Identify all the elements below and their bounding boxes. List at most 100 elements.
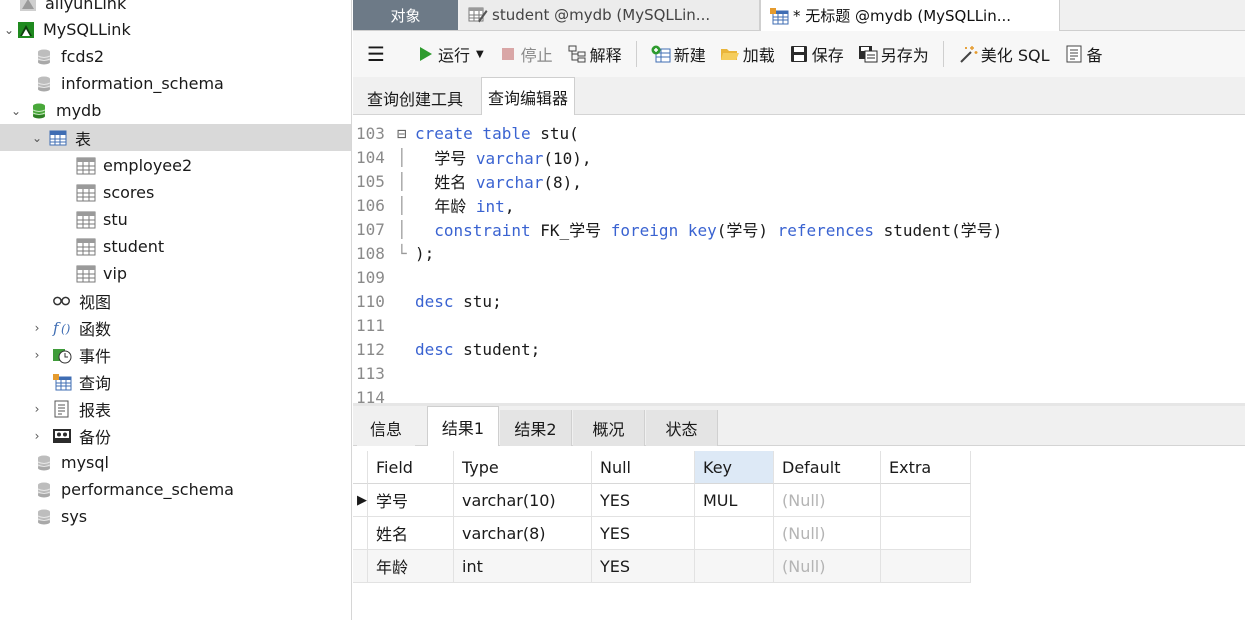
table-row[interactable]: 年龄 int YES (Null) bbox=[353, 550, 971, 583]
tab-query-editor[interactable]: 查询编辑器 bbox=[481, 77, 576, 115]
chevron-right-icon[interactable]: › bbox=[30, 348, 44, 362]
tree-db-mysql[interactable]: mysql bbox=[0, 449, 351, 476]
menu-icon[interactable]: ☰ bbox=[367, 42, 385, 66]
line-number: 111 bbox=[356, 315, 385, 335]
tab-profile[interactable]: 概况 bbox=[573, 410, 645, 446]
cell-field[interactable]: 年龄 bbox=[368, 550, 454, 583]
code-fragment: (10), bbox=[543, 149, 592, 168]
tree-db-sys[interactable]: sys bbox=[0, 503, 351, 530]
tree-db-fcds2[interactable]: fcds2 bbox=[0, 43, 351, 70]
cell-null[interactable]: YES bbox=[592, 484, 695, 517]
cell-type[interactable]: varchar(8) bbox=[454, 517, 592, 550]
chevron-right-icon[interactable]: › bbox=[30, 402, 44, 416]
document-icon bbox=[1064, 45, 1084, 63]
column-header-null[interactable]: Null bbox=[592, 451, 695, 484]
cell-default[interactable]: (Null) bbox=[774, 517, 881, 550]
dropdown-arrow-icon[interactable]: ▼ bbox=[476, 49, 484, 60]
more-label: 备 bbox=[1086, 46, 1103, 65]
keyword: constraint bbox=[415, 221, 531, 240]
sql-editor[interactable]: 103 ⊟ create table stu( 104 │ 学号 varchar… bbox=[353, 121, 1245, 403]
cell-type[interactable]: varchar(10) bbox=[454, 484, 592, 517]
svg-text:(): () bbox=[61, 322, 71, 336]
keyword: desc bbox=[415, 339, 454, 359]
tree-table-student[interactable]: student bbox=[0, 233, 351, 260]
chevron-right-icon[interactable]: › bbox=[30, 429, 44, 443]
tree-connection-aliyunlink[interactable]: aliyunLink bbox=[0, 0, 351, 17]
chevron-down-icon[interactable]: ⌄ bbox=[9, 104, 23, 118]
stop-button[interactable]: 停止 bbox=[498, 42, 553, 66]
cell-type[interactable]: int bbox=[454, 550, 592, 583]
chevron-down-icon[interactable]: ⌄ bbox=[30, 131, 44, 145]
run-button[interactable]: 运行 ▼ bbox=[415, 42, 484, 66]
table-row[interactable]: 姓名 varchar(8) YES (Null) bbox=[353, 517, 971, 550]
cell-extra[interactable] bbox=[881, 484, 971, 517]
fold-toggle-icon[interactable]: ⊟ bbox=[397, 124, 415, 143]
cell-key[interactable]: MUL bbox=[695, 484, 774, 517]
save-label: 保存 bbox=[811, 46, 844, 65]
code-line: 108 └ ); bbox=[353, 241, 1245, 265]
column-header-type[interactable]: Type bbox=[454, 451, 592, 484]
tree-db-performance-schema[interactable]: performance_schema bbox=[0, 476, 351, 503]
chevron-right-icon[interactable]: › bbox=[30, 321, 44, 335]
view-icon bbox=[52, 292, 72, 310]
query-icon bbox=[52, 373, 72, 391]
new-button[interactable]: 新建 bbox=[651, 42, 706, 66]
cell-key[interactable] bbox=[695, 550, 774, 583]
code-line: 111 bbox=[353, 313, 1245, 337]
tree-folder-tables[interactable]: ⌄ 表 bbox=[0, 124, 351, 151]
column-header-default[interactable]: Default bbox=[774, 451, 881, 484]
tab-status[interactable]: 状态 bbox=[646, 410, 718, 446]
cell-default[interactable]: (Null) bbox=[774, 484, 881, 517]
table-row[interactable]: ▶ 学号 varchar(10) YES MUL (Null) bbox=[353, 484, 971, 517]
tab-query-builder[interactable]: 查询创建工具 bbox=[361, 81, 469, 115]
cell-field[interactable]: 学号 bbox=[368, 484, 454, 517]
explain-label: 解释 bbox=[589, 46, 622, 65]
code-text: 学号 varchar(10), bbox=[415, 145, 1245, 169]
column-header-field[interactable]: Field bbox=[368, 451, 454, 484]
beautify-sql-button[interactable]: 美化 SQL bbox=[958, 42, 1050, 66]
explain-button[interactable]: 解释 bbox=[567, 42, 622, 66]
tab-result-1[interactable]: 结果1 bbox=[427, 406, 499, 446]
save-button[interactable]: 保存 bbox=[789, 42, 844, 66]
column-header-key[interactable]: Key bbox=[695, 451, 774, 484]
tree-label: 报表 bbox=[79, 400, 112, 420]
tab-untitled-query[interactable]: * 无标题 @mydb (MySQLLin... bbox=[760, 0, 1060, 31]
tab-label: * 无标题 @mydb (MySQLLin... bbox=[793, 7, 1012, 25]
tree-folder-queries[interactable]: 查询 bbox=[0, 368, 351, 395]
tree-folder-functions[interactable]: › f() 函数 bbox=[0, 314, 351, 341]
chevron-down-icon[interactable]: ⌄ bbox=[2, 23, 16, 37]
tree-connection-mysqllink[interactable]: ⌄ MySQLLink bbox=[0, 16, 351, 43]
cell-default[interactable]: (Null) bbox=[774, 550, 881, 583]
cell-extra[interactable] bbox=[881, 550, 971, 583]
tree-table-stu[interactable]: stu bbox=[0, 206, 351, 233]
cell-key[interactable] bbox=[695, 517, 774, 550]
svg-text:f: f bbox=[52, 319, 61, 337]
tree-folder-events[interactable]: › 事件 bbox=[0, 341, 351, 368]
tree-table-vip[interactable]: vip bbox=[0, 260, 351, 287]
tree-label: 备份 bbox=[79, 427, 112, 447]
save-as-button[interactable]: 另存为 bbox=[858, 42, 929, 66]
tree-table-employee2[interactable]: employee2 bbox=[0, 152, 351, 179]
column-header-extra[interactable]: Extra bbox=[881, 451, 971, 484]
tree-db-mydb[interactable]: ⌄ mydb bbox=[0, 97, 351, 124]
cell-null[interactable]: YES bbox=[592, 517, 695, 550]
tree-table-scores[interactable]: scores bbox=[0, 179, 351, 206]
play-icon bbox=[415, 45, 435, 63]
code-fragment: 学号 bbox=[415, 149, 476, 168]
tab-result-2[interactable]: 结果2 bbox=[500, 410, 572, 446]
load-button[interactable]: 加载 bbox=[720, 42, 775, 66]
cell-null[interactable]: YES bbox=[592, 550, 695, 583]
tab-info[interactable]: 信息 bbox=[357, 410, 415, 446]
line-number: 113 bbox=[356, 363, 385, 383]
more-button[interactable]: 备 bbox=[1064, 42, 1103, 66]
cell-extra[interactable] bbox=[881, 517, 971, 550]
tab-objects[interactable]: 对象 bbox=[353, 0, 458, 30]
tree-folder-backups[interactable]: › 备份 bbox=[0, 422, 351, 449]
tab-student-table[interactable]: student @mydb (MySQLLin... bbox=[460, 0, 760, 30]
cell-field[interactable]: 姓名 bbox=[368, 517, 454, 550]
folder-open-icon bbox=[720, 45, 740, 63]
tree-folder-reports[interactable]: › 报表 bbox=[0, 395, 351, 422]
tree-folder-views[interactable]: 视图 bbox=[0, 287, 351, 314]
line-number: 109 bbox=[356, 267, 385, 287]
tree-db-information-schema[interactable]: information_schema bbox=[0, 70, 351, 97]
